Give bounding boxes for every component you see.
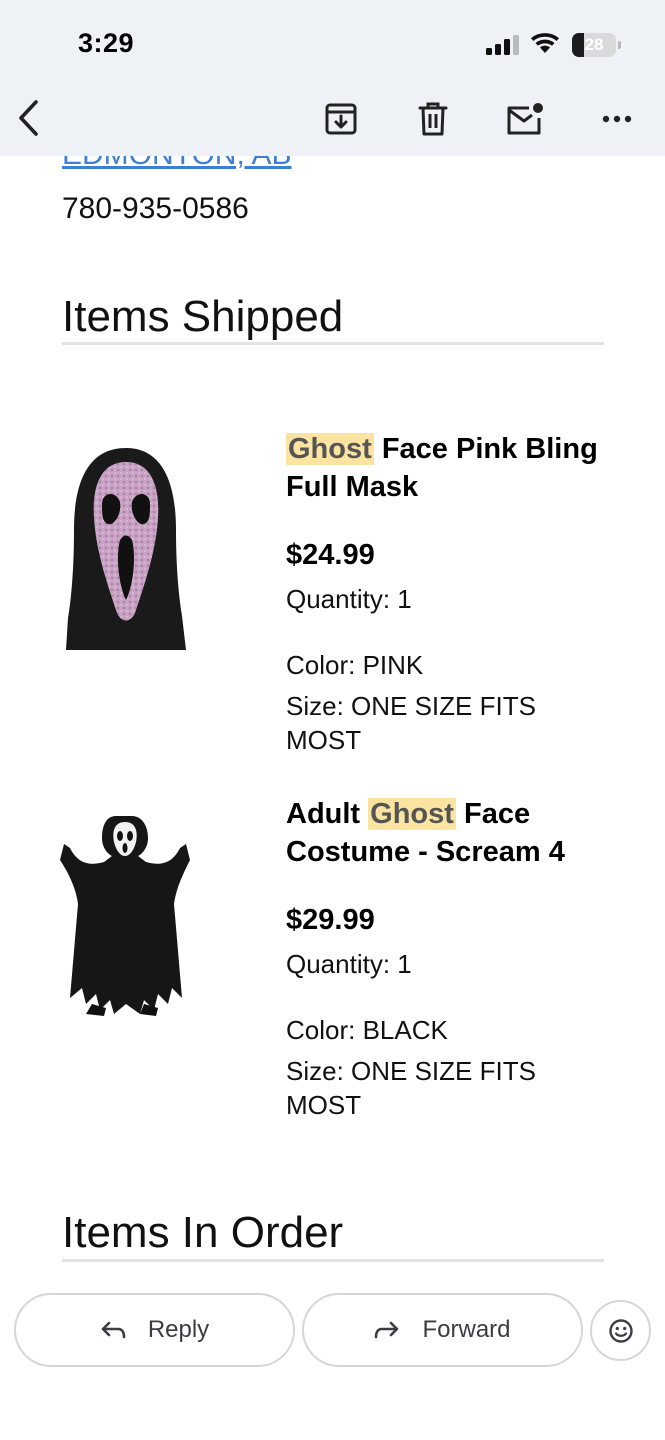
section-divider (62, 342, 604, 345)
archive-button[interactable] (318, 96, 364, 142)
back-button[interactable] (8, 96, 48, 140)
battery-level: 28 (584, 35, 604, 54)
item-color: Color: BLACK (286, 1015, 448, 1045)
back-arrow-icon (19, 100, 38, 136)
battery-nub (618, 41, 621, 49)
forward-icon (375, 1321, 399, 1339)
smiley-icon (608, 1318, 633, 1343)
item-size: Size: ONE SIZE FITS MOST (286, 1056, 536, 1120)
item-quantity: Quantity: 1 (286, 584, 412, 614)
battery-body: 28 (572, 33, 616, 57)
more-icon (602, 115, 632, 123)
ghost-face-costume-image (60, 816, 190, 1016)
email-body: EDMONTON, AB 780-935-0586 Items Shipped … (0, 0, 665, 1440)
section-divider (62, 1259, 604, 1262)
forward-label: Forward (422, 1316, 511, 1343)
battery-icon: 28 (572, 33, 622, 57)
wifi-icon (531, 33, 559, 53)
search-highlight: Ghost (286, 433, 374, 465)
archive-icon (325, 103, 357, 135)
forward-button[interactable]: Forward (302, 1293, 583, 1367)
more-options-button[interactable] (594, 96, 640, 142)
reply-button[interactable]: Reply (14, 1293, 295, 1367)
ghost-face-pink-mask-image (66, 448, 186, 650)
item-name[interactable]: Adult Ghost Face Costume - Scream 4 (286, 795, 636, 871)
item-size: Size: ONE SIZE FITS MOST (286, 691, 536, 755)
emoji-reaction-button[interactable] (590, 1300, 651, 1361)
reply-label: Reply (147, 1316, 210, 1343)
item-price: $29.99 (286, 904, 375, 936)
search-highlight: Ghost (368, 798, 456, 830)
mark-unread-button[interactable] (502, 96, 548, 142)
status-time: 3:29 (78, 28, 135, 58)
cellular-signal-icon (486, 35, 519, 55)
section-title-items-in-order: Items In Order (62, 1208, 344, 1257)
item-quantity: Quantity: 1 (286, 949, 412, 979)
item-name-prefix: Adult (286, 798, 369, 830)
item-name[interactable]: Ghost Face Pink Bling Full Mask (286, 430, 636, 506)
mark-unread-icon (507, 103, 543, 135)
bottom-action-bar: Reply Forward (0, 1280, 665, 1440)
trash-icon (418, 102, 448, 136)
phone-number: 780-935-0586 (62, 192, 249, 225)
top-toolbar: 3:29 28 (0, 0, 665, 156)
item-color: Color: PINK (286, 650, 424, 680)
reply-icon (101, 1321, 126, 1339)
section-title-items-shipped: Items Shipped (62, 292, 344, 341)
delete-button[interactable] (410, 96, 456, 142)
item-price: $24.99 (286, 539, 375, 571)
